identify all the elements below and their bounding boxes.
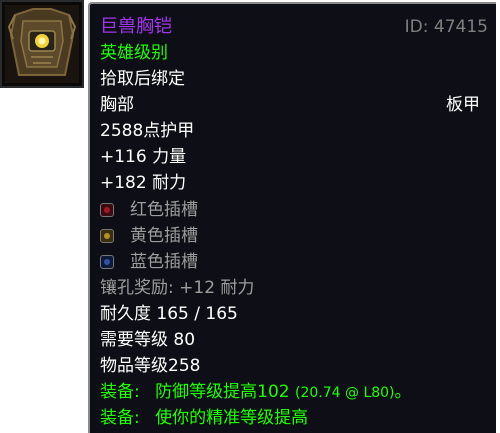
required-level: 需要等级 80 [100, 330, 196, 350]
item-armor: 2588点护甲 [100, 121, 195, 141]
item-id: ID: 47415 [404, 17, 488, 37]
socket-label: 黄色插槽 [130, 226, 198, 246]
socket-blue: 蓝色插槽 [100, 249, 198, 275]
equip-detail: (20.74 @ L80) [295, 385, 395, 401]
equip-text: 防御等级提高102 [155, 382, 290, 402]
red-socket-icon [100, 203, 114, 217]
yellow-socket-icon [100, 229, 114, 243]
equip-effect-defense: 装备: 防御等级提高102 (20.74 @ L80)。 [100, 379, 412, 406]
socket-red: 红色插槽 [100, 197, 198, 223]
stat-strength: +116 力量 [100, 147, 187, 167]
equip-text: 使你的精准等级提高 [155, 408, 309, 428]
item-name: 巨兽胸铠 [100, 16, 172, 37]
item-icon-frame [0, 0, 84, 88]
equip-effect-expertise: 装备: 使你的精准等级提高 [100, 405, 308, 431]
chestplate-icon [5, 5, 79, 83]
equip-suffix: 。 [394, 382, 412, 402]
item-armor-type: 板甲 [446, 95, 480, 115]
equip-prefix: 装备: [100, 382, 140, 402]
stat-stamina: +182 耐力 [100, 173, 187, 193]
item-tooltip: 巨兽胸铠 ID: 47415 英雄级别 拾取后绑定 胸部 板甲 2588点护甲 … [88, 2, 496, 433]
item-binding: 拾取后绑定 [100, 69, 185, 89]
socket-yellow: 黄色插槽 [100, 223, 198, 249]
item-level: 物品等级258 [100, 356, 201, 376]
socket-label: 蓝色插槽 [130, 252, 198, 272]
socket-label: 红色插槽 [130, 200, 198, 220]
socket-bonus: 镶孔奖励: +12 耐力 [100, 278, 255, 298]
equip-prefix: 装备: [100, 408, 140, 428]
item-quality: 英雄级别 [100, 43, 168, 63]
durability: 耐久度 165 / 165 [100, 304, 238, 324]
item-slot: 胸部 [100, 95, 134, 115]
blue-socket-icon [100, 255, 114, 269]
